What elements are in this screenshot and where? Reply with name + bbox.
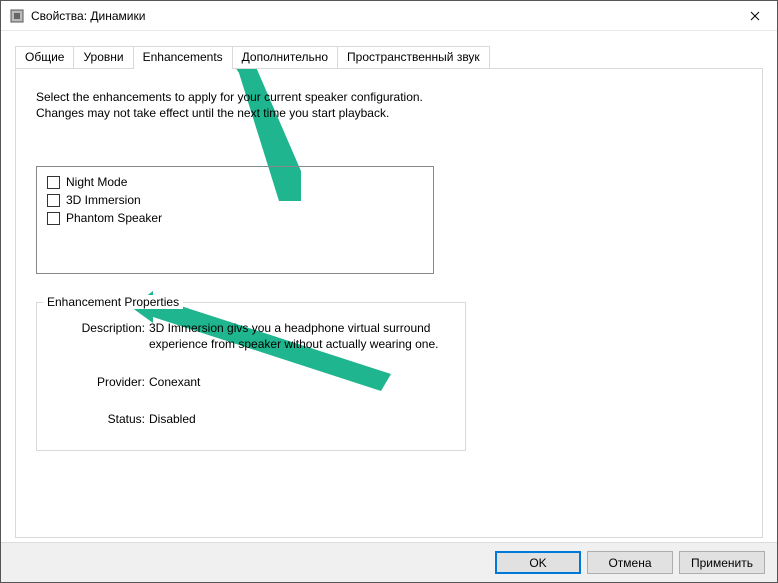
tab-levels[interactable]: Уровни xyxy=(73,46,133,68)
dialog-footer: OK Отмена Применить xyxy=(1,542,777,582)
checkbox-label: Night Mode xyxy=(66,175,127,189)
checkbox-3d-immersion[interactable]: 3D Immersion xyxy=(47,193,423,207)
checkbox-icon xyxy=(47,176,60,189)
label-status: Status: xyxy=(49,412,149,428)
apply-button[interactable]: Применить xyxy=(679,551,765,574)
tabstrip: Общие Уровни Enhancements Дополнительно … xyxy=(15,46,763,68)
titlebar: Свойства: Динамики xyxy=(1,1,777,31)
tab-panel: Select the enhancements to apply for you… xyxy=(15,68,763,538)
checkbox-night-mode[interactable]: Night Mode xyxy=(47,175,423,189)
window-title: Свойства: Динамики xyxy=(31,9,732,23)
tab-enhancements[interactable]: Enhancements xyxy=(133,46,233,69)
close-button[interactable] xyxy=(732,1,777,31)
label-provider: Provider: xyxy=(49,375,149,391)
ok-button[interactable]: OK xyxy=(495,551,581,574)
checkbox-label: Phantom Speaker xyxy=(66,211,162,225)
checkbox-icon xyxy=(47,194,60,207)
tab-advanced[interactable]: Дополнительно xyxy=(232,46,338,68)
checkbox-label: 3D Immersion xyxy=(66,193,141,207)
label-description: Description: xyxy=(49,321,149,352)
value-description: 3D Immersion givs you a headphone virtua… xyxy=(149,321,453,352)
checkbox-icon xyxy=(47,212,60,225)
value-provider: Conexant xyxy=(149,375,453,391)
group-legend: Enhancement Properties xyxy=(43,295,183,309)
dialog-content: Общие Уровни Enhancements Дополнительно … xyxy=(1,31,777,542)
intro-text: Select the enhancements to apply for you… xyxy=(36,89,456,121)
enhancements-listbox[interactable]: Night Mode 3D Immersion Phantom Speaker xyxy=(36,166,434,274)
value-status: Disabled xyxy=(149,412,453,428)
tab-spatial-sound[interactable]: Пространственный звук xyxy=(337,46,490,68)
cancel-button[interactable]: Отмена xyxy=(587,551,673,574)
enhancement-properties-group: Enhancement Properties Description: 3D I… xyxy=(36,302,466,450)
speaker-icon xyxy=(9,8,25,24)
checkbox-phantom-speaker[interactable]: Phantom Speaker xyxy=(47,211,423,225)
tab-general[interactable]: Общие xyxy=(15,46,74,68)
